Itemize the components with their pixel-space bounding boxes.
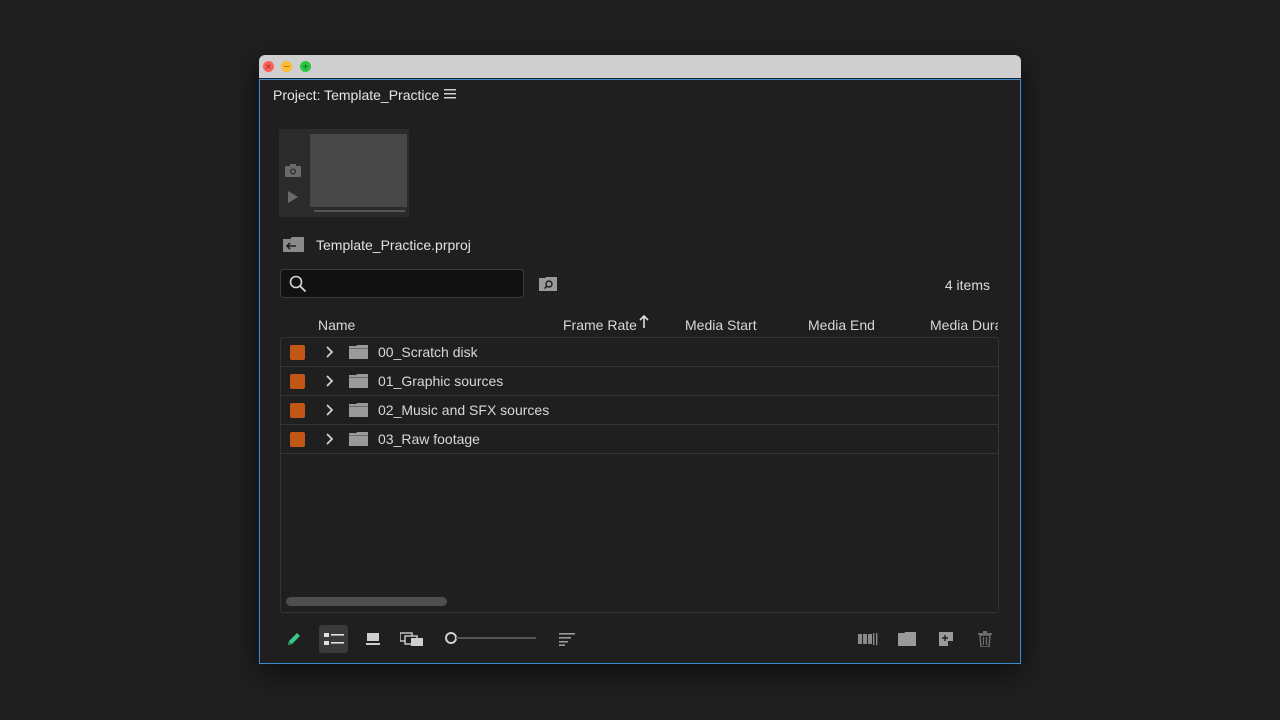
project-window: × − + Project: Template_Practice Templat…	[259, 55, 1021, 664]
item-name: 02_Music and SFX sources	[378, 402, 550, 418]
project-panel: Project: Template_Practice Template_Prac…	[259, 79, 1021, 664]
list-item[interactable]: 00_Scratch disk	[281, 338, 998, 367]
new-item-icon	[939, 632, 953, 646]
trash-icon	[978, 631, 992, 647]
folder-icon	[349, 432, 368, 446]
list-view-icon	[323, 633, 344, 645]
sort-icons-button[interactable]	[556, 625, 578, 653]
folder-icon	[349, 374, 368, 388]
column-header-name[interactable]: Name	[318, 317, 355, 333]
freeform-view-button[interactable]	[398, 625, 426, 653]
folder-icon	[349, 403, 368, 417]
icon-view-button[interactable]	[361, 625, 385, 653]
pencil-icon[interactable]	[282, 625, 306, 653]
chevron-right-icon[interactable]	[323, 433, 335, 445]
column-header-media-duration[interactable]: Media Dura	[930, 317, 998, 333]
horizontal-scrollbar[interactable]	[286, 597, 447, 606]
item-name: 00_Scratch disk	[378, 344, 478, 360]
minimize-window-button[interactable]: −	[281, 61, 292, 72]
project-items-list: 00_Scratch disk 01_Graphic sources 02_Mu…	[280, 337, 999, 613]
icon-view-icon	[366, 632, 380, 645]
list-item[interactable]: 01_Graphic sources	[281, 367, 998, 396]
automate-to-sequence-icon	[858, 633, 878, 645]
label-color-chip[interactable]	[290, 374, 305, 389]
column-header-media-end[interactable]: Media End	[808, 317, 875, 333]
zoom-slider-track[interactable]	[456, 637, 536, 639]
automate-to-sequence-button[interactable]	[856, 625, 880, 653]
new-item-button[interactable]	[934, 625, 958, 653]
item-name: 01_Graphic sources	[378, 373, 504, 389]
column-header-frame-rate[interactable]: Frame Rate	[563, 317, 637, 333]
chevron-right-icon[interactable]	[323, 375, 335, 387]
column-headers: Name Frame Rate Media Start Media End Me…	[260, 80, 998, 340]
label-color-chip[interactable]	[290, 345, 305, 360]
list-item[interactable]: 03_Raw footage	[281, 425, 998, 454]
maximize-window-button[interactable]: +	[300, 61, 311, 72]
trash-button[interactable]	[973, 625, 997, 653]
list-item[interactable]: 02_Music and SFX sources	[281, 396, 998, 425]
label-color-chip[interactable]	[290, 432, 305, 447]
sort-icons-icon	[559, 633, 575, 646]
sort-ascending-icon[interactable]	[639, 315, 649, 329]
label-color-chip[interactable]	[290, 403, 305, 418]
folder-icon	[349, 345, 368, 359]
freeform-view-icon	[400, 632, 423, 646]
new-bin-button[interactable]	[895, 625, 919, 653]
new-bin-icon	[898, 632, 916, 646]
close-window-button[interactable]: ×	[263, 61, 274, 72]
list-view-button[interactable]	[319, 625, 348, 653]
column-header-media-start[interactable]: Media Start	[685, 317, 757, 333]
title-bar[interactable]: × − +	[259, 55, 1021, 78]
item-name: 03_Raw footage	[378, 431, 480, 447]
chevron-right-icon[interactable]	[323, 346, 335, 358]
chevron-right-icon[interactable]	[323, 404, 335, 416]
